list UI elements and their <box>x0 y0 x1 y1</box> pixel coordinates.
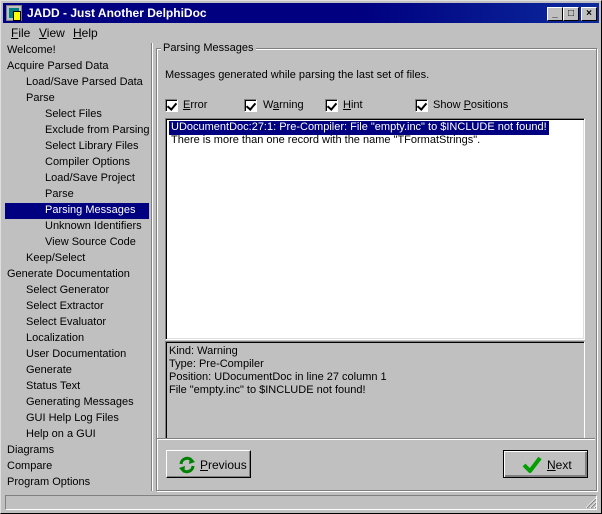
title-bar[interactable]: JADD - Just Another DelphiDoc _ □ × <box>3 3 599 23</box>
detail-kind: Kind: Warning <box>169 345 238 357</box>
refresh-icon <box>179 456 195 474</box>
tree-item[interactable]: Parsing Messages <box>5 203 149 219</box>
checkbox-box[interactable] <box>165 99 178 112</box>
tree-item[interactable]: Select Generator <box>26 283 109 299</box>
tree-item[interactable]: View Source Code <box>45 235 136 251</box>
tree-item[interactable]: Program Options <box>7 475 90 491</box>
tree-item[interactable]: Load/Save Project <box>45 171 135 187</box>
tree-item[interactable]: Parse <box>26 91 55 107</box>
checkbox-box[interactable] <box>244 99 257 112</box>
group-title: Parsing Messages <box>161 42 256 54</box>
resize-grip-icon[interactable] <box>585 497 597 509</box>
checkmark-icon <box>522 456 542 473</box>
next-button[interactable]: Next <box>503 450 588 478</box>
checkbox-box[interactable] <box>325 99 338 112</box>
menu-view[interactable]: View <box>39 26 65 40</box>
detail-type: Type: Pre-Compiler <box>169 358 264 370</box>
menu-help[interactable]: Help <box>73 26 98 40</box>
tree-item[interactable]: Localization <box>26 331 84 347</box>
detail-message: File "empty.inc" to $INCLUDE not found! <box>169 384 366 396</box>
tree-item[interactable]: Help on a GUI <box>26 427 96 443</box>
main-window: JADD - Just Another DelphiDoc _ □ × File… <box>0 0 602 514</box>
splitter[interactable] <box>151 43 153 491</box>
close-button[interactable]: × <box>581 7 597 21</box>
detail-position: Position: UDocumentDoc in line 27 column… <box>169 371 387 383</box>
app-icon[interactable] <box>6 5 22 21</box>
tree-item[interactable]: Exclude from Parsing <box>45 123 150 139</box>
checkbox-box[interactable] <box>415 99 428 112</box>
tree-item[interactable]: Select Evaluator <box>26 315 106 331</box>
tree-item[interactable]: Diagrams <box>7 443 54 459</box>
window-title: JADD - Just Another DelphiDoc <box>27 6 207 20</box>
tree-item[interactable]: Acquire Parsed Data <box>7 59 109 75</box>
tree-item[interactable]: Compare <box>7 459 52 475</box>
previous-button[interactable]: Previous <box>166 450 251 478</box>
tree-item[interactable]: GUI Help Log Files <box>26 411 119 427</box>
tree-item[interactable]: Load/Save Parsed Data <box>26 75 143 91</box>
tree-item[interactable]: Select Extractor <box>26 299 104 315</box>
tree-item[interactable]: Generate <box>26 363 72 379</box>
navigation-tree[interactable]: Welcome! Acquire Parsed Data Load/Save Par… <box>3 43 151 491</box>
messages-list[interactable]: UDocumentDoc:27:1: Pre-Compiler: File "e… <box>165 118 585 340</box>
page-description: Messages generated while parsing the las… <box>165 69 430 81</box>
tree-item[interactable]: Unknown Identifiers <box>45 219 142 235</box>
message-item[interactable]: UDocumentDoc:27:1: Pre-Compiler: File "e… <box>169 121 549 135</box>
tree-item[interactable]: Select Library Files <box>45 139 139 155</box>
tree-item[interactable]: Generate Documentation <box>7 267 130 283</box>
tree-item[interactable]: User Documentation <box>26 347 126 363</box>
message-item[interactable]: There is more than one record with the n… <box>169 134 482 148</box>
tree-item[interactable]: Status Text <box>26 379 80 395</box>
tree-item[interactable]: Parse <box>45 187 74 203</box>
tree-item[interactable]: Compiler Options <box>45 155 130 171</box>
menu-bar: File View Help <box>3 24 599 42</box>
status-pane <box>5 495 597 510</box>
tree-item[interactable]: Select Files <box>45 107 102 123</box>
tree-item[interactable]: Welcome! <box>7 43 56 59</box>
menu-file[interactable]: File <box>11 26 30 40</box>
button-bar-divider <box>157 438 595 440</box>
tree-item[interactable]: Generating Messages <box>26 395 134 411</box>
status-bar <box>3 493 599 511</box>
minimize-button[interactable]: _ <box>547 7 563 21</box>
maximize-button[interactable]: □ <box>563 7 579 21</box>
tree-item[interactable]: Keep/Select <box>26 251 85 267</box>
message-details[interactable]: Kind: Warning Type: Pre-Compiler Positio… <box>165 341 585 439</box>
